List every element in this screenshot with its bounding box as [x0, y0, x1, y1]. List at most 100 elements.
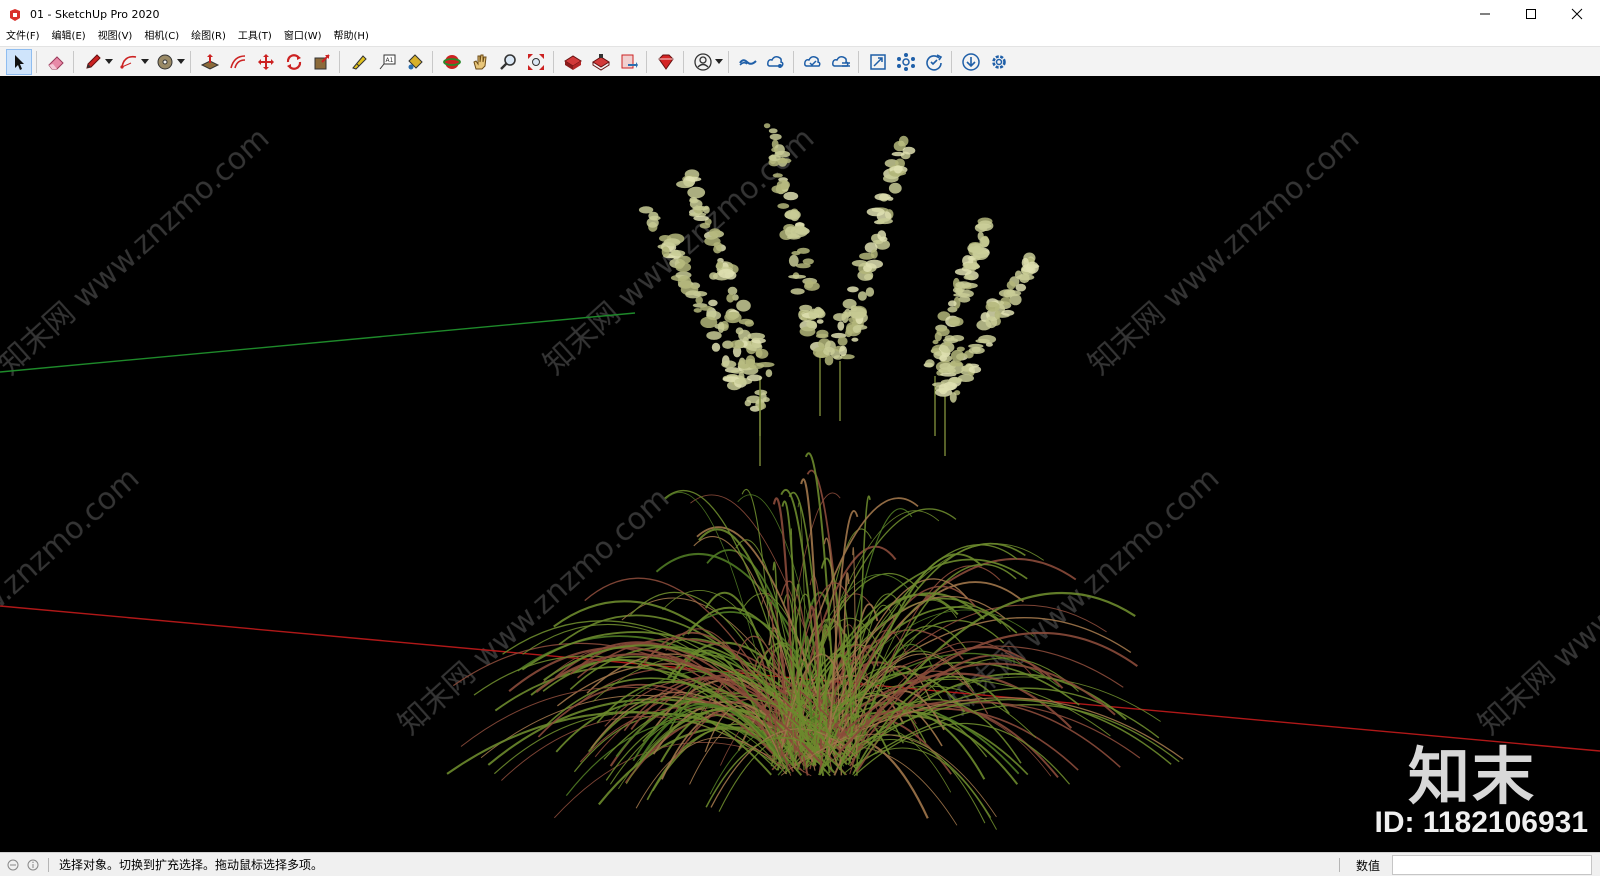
- plume-tuft: [957, 374, 975, 383]
- line-tool-dropdown[interactable]: [104, 49, 114, 75]
- arc-tool[interactable]: [116, 49, 142, 75]
- zoom-extents-tool[interactable]: [523, 49, 549, 75]
- geo-location-icon[interactable]: [6, 858, 20, 872]
- paint-bucket-tool[interactable]: [402, 49, 428, 75]
- warehouse-tool[interactable]: [560, 49, 586, 75]
- shapes-tool[interactable]: [152, 49, 178, 75]
- plume-tuft: [777, 203, 790, 209]
- chevron-down-icon: [177, 59, 185, 64]
- account-dropdown[interactable]: [714, 49, 724, 75]
- menu-file[interactable]: 文件(F): [0, 28, 46, 46]
- rotate-tool[interactable]: [281, 49, 307, 75]
- zoom-tool[interactable]: [495, 49, 521, 75]
- toolbar-separator: [432, 51, 433, 73]
- trimble-share-tool[interactable]: [763, 49, 789, 75]
- plume-tuft: [788, 274, 806, 279]
- trimble-publish-tool[interactable]: [828, 49, 854, 75]
- plume-tuft: [949, 392, 957, 403]
- plume-tuft: [1001, 309, 1015, 316]
- close-button[interactable]: [1554, 0, 1600, 28]
- select-tool[interactable]: [6, 49, 32, 75]
- plume-tuft: [950, 362, 964, 367]
- push-pull-tool[interactable]: [197, 49, 223, 75]
- network-tool[interactable]: [893, 49, 919, 75]
- text-tool[interactable]: A1: [374, 49, 400, 75]
- move-tool[interactable]: [253, 49, 279, 75]
- watermark: 知末网 www.znzmo.com: [1082, 121, 1366, 382]
- plume-tuft: [735, 327, 744, 335]
- scale-tool[interactable]: [309, 49, 335, 75]
- main-toolbar: A1: [0, 46, 1600, 78]
- collaborate-tool[interactable]: [865, 49, 891, 75]
- maximize-button[interactable]: [1508, 0, 1554, 28]
- chevron-down-icon: [141, 59, 149, 64]
- measurements-input[interactable]: [1392, 855, 1592, 875]
- menu-view[interactable]: 视图(V): [92, 28, 139, 46]
- extension-warehouse-tool[interactable]: [588, 49, 614, 75]
- sketchup-app-icon[interactable]: [8, 7, 22, 21]
- offset-tool[interactable]: [225, 49, 251, 75]
- plume-tuft: [804, 279, 814, 289]
- orbit-tool[interactable]: [439, 49, 465, 75]
- plume-tuft: [788, 254, 799, 267]
- plume-tuft: [738, 318, 754, 325]
- plume-tuft: [776, 180, 791, 190]
- toolbar-separator: [728, 51, 729, 73]
- arc-tool-dropdown[interactable]: [140, 49, 150, 75]
- tape-measure-tool[interactable]: [346, 49, 372, 75]
- menu-tools[interactable]: 工具(T): [232, 28, 278, 46]
- plume-tuft: [925, 359, 935, 368]
- menu-window[interactable]: 窗口(W): [278, 28, 328, 46]
- plume-tuft: [700, 316, 718, 328]
- menu-draw[interactable]: 绘图(R): [185, 28, 232, 46]
- download-tool[interactable]: [958, 49, 984, 75]
- plume-tuft: [870, 249, 878, 259]
- refresh-tool[interactable]: [921, 49, 947, 75]
- plume-tuft: [967, 263, 980, 270]
- network-icon: [897, 53, 915, 71]
- plume-tuft: [849, 307, 867, 319]
- plume-tuft: [693, 308, 702, 313]
- plume-tuft: [727, 286, 738, 295]
- pan-tool[interactable]: [467, 49, 493, 75]
- push-pull-icon: [200, 54, 220, 70]
- ornamental-grass-model[interactable]: [446, 123, 1184, 830]
- warehouse-icon: [564, 55, 582, 70]
- plume-tuft: [968, 366, 982, 374]
- minimize-button[interactable]: [1462, 0, 1508, 28]
- circle-shape-icon: [157, 54, 173, 70]
- plume-tuft: [985, 342, 993, 347]
- line-tool[interactable]: [80, 49, 106, 75]
- paint-bucket-icon: [408, 54, 423, 70]
- plume-tuft: [1006, 280, 1016, 290]
- toolbar-separator: [553, 51, 554, 73]
- settings-tool[interactable]: [986, 49, 1012, 75]
- plume-tuft: [865, 259, 883, 269]
- refresh-check-icon: [926, 54, 943, 71]
- plume-tuft: [708, 228, 721, 238]
- plume-tuft: [783, 191, 799, 201]
- menu-edit[interactable]: 编辑(E): [46, 28, 92, 46]
- brand-id: ID: 1182106931: [1374, 806, 1588, 839]
- plume-tuft: [857, 291, 867, 301]
- account-tool[interactable]: [690, 49, 716, 75]
- shapes-tool-dropdown[interactable]: [176, 49, 186, 75]
- scene-canvas[interactable]: 知末网 www.znzmo.com 知末网 www.znzmo.com 知末网 …: [0, 76, 1600, 852]
- arrow-cursor-icon: [15, 55, 24, 70]
- extension-manager-tool[interactable]: [653, 49, 679, 75]
- plume-tuft: [950, 349, 965, 362]
- plume-tuft: [718, 268, 735, 279]
- plume-tuft: [1016, 274, 1035, 281]
- trimble-sync-tool[interactable]: [800, 49, 826, 75]
- toolbar-separator: [951, 51, 952, 73]
- send-to-layout-tool[interactable]: [616, 49, 642, 75]
- trimble-connect-tool[interactable]: [735, 49, 761, 75]
- menu-camera[interactable]: 相机(C): [138, 28, 185, 46]
- plume-tuft: [839, 345, 847, 357]
- eraser-tool[interactable]: [43, 49, 69, 75]
- menu-help[interactable]: 帮助(H): [328, 28, 375, 46]
- model-viewport[interactable]: 知末网 www.znzmo.com 知末网 www.znzmo.com 知末网 …: [0, 76, 1600, 852]
- info-icon[interactable]: [26, 858, 40, 872]
- plume-tuft: [763, 123, 771, 129]
- plume-tuft: [693, 215, 709, 221]
